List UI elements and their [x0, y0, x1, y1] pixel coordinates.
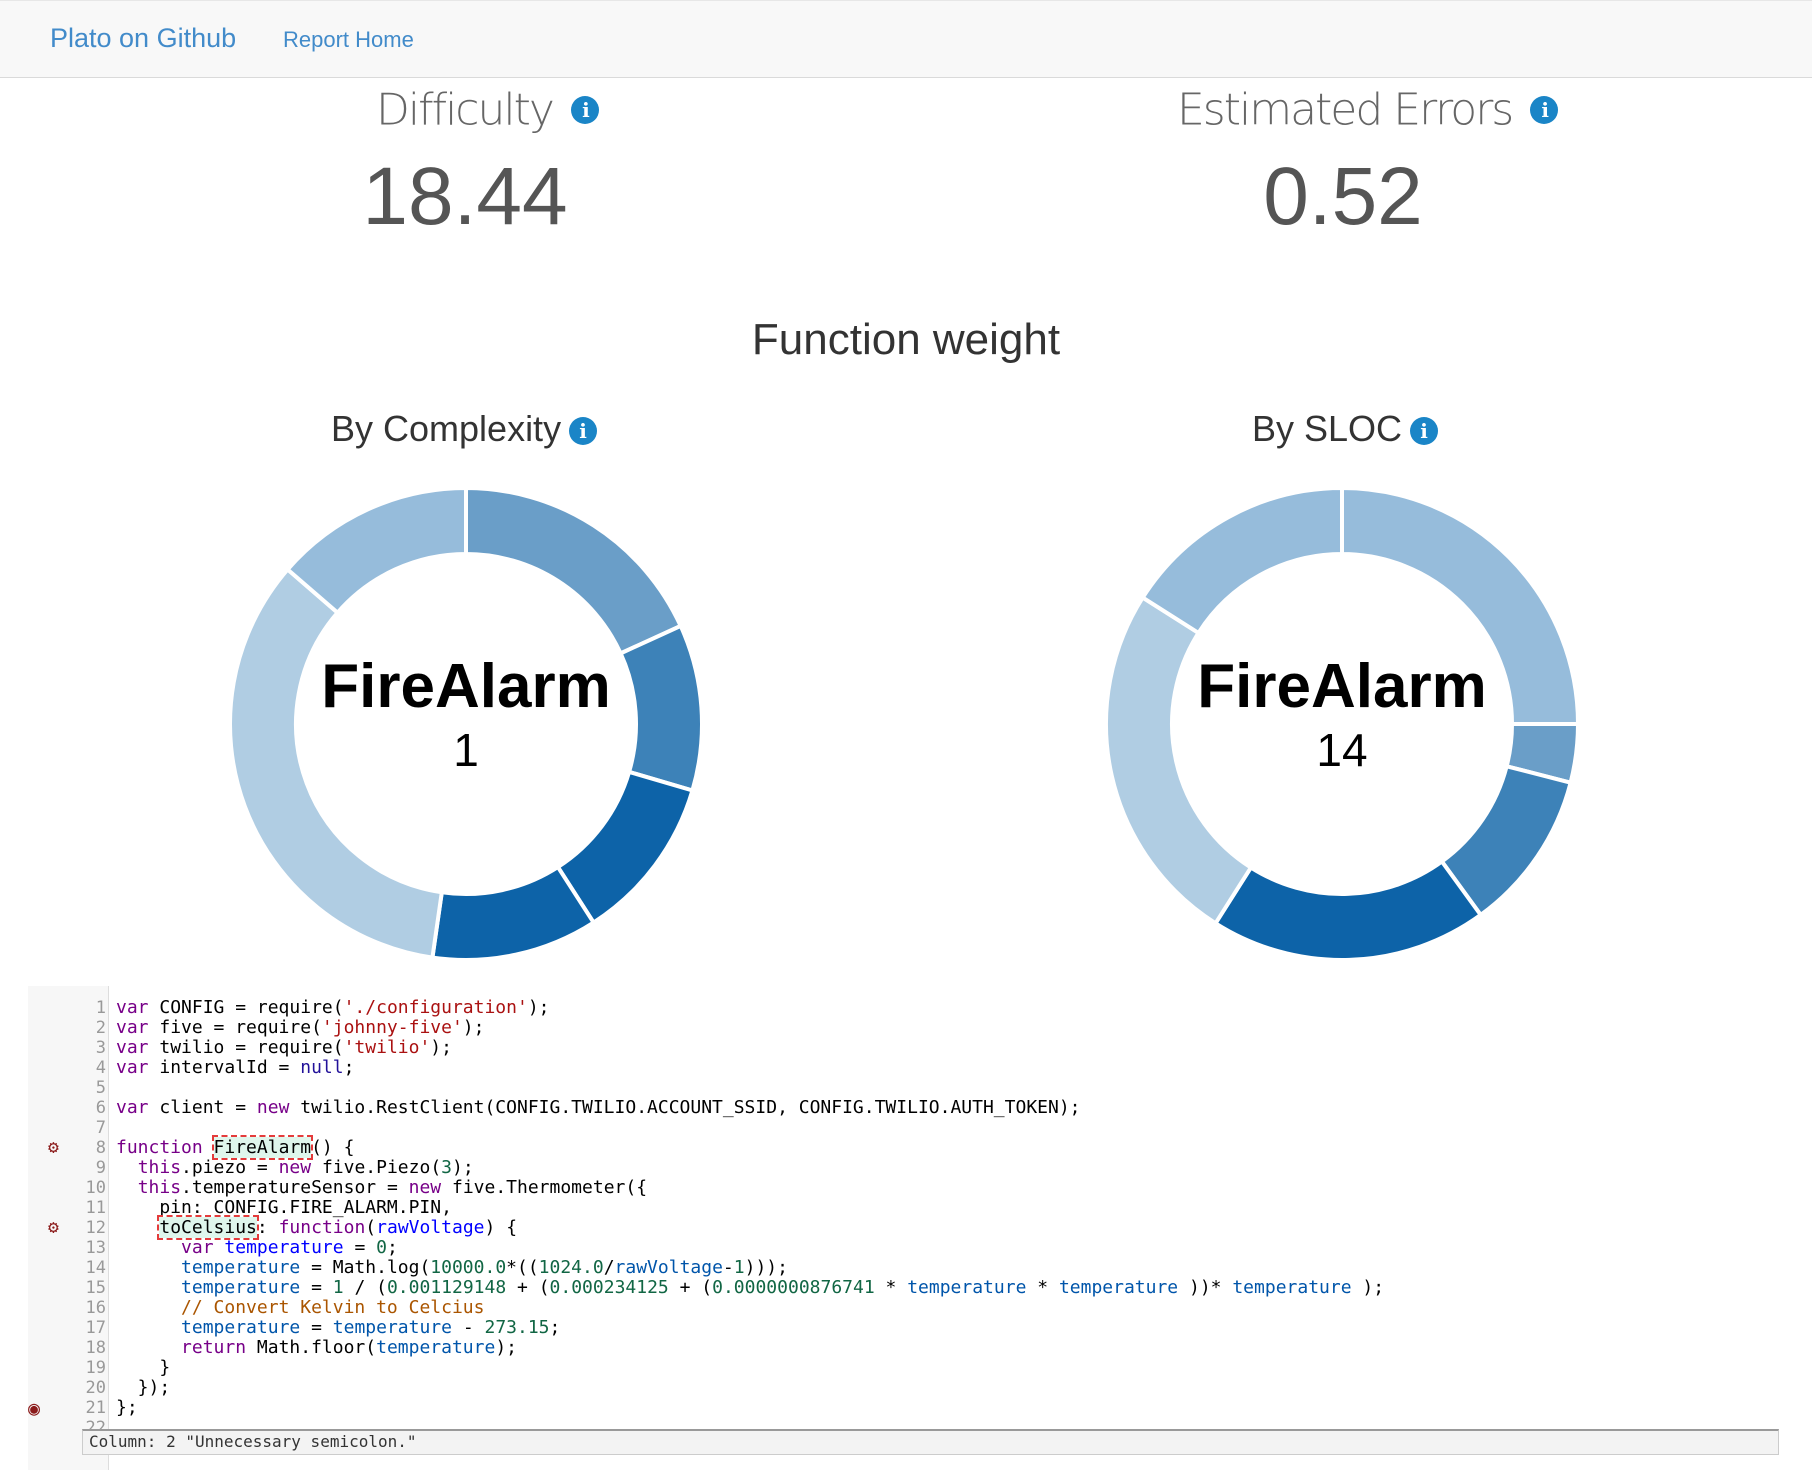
code-text: var intervalId = null; [116, 1057, 355, 1078]
complexity-slice-6[interactable] [284, 485, 468, 616]
code-line: 21}; ◉ [28, 1397, 1781, 1419]
code-text: // Convert Kelvin to Celcius [181, 1297, 485, 1318]
code-line: 19 } [28, 1357, 1781, 1379]
complexity-slice-1[interactable] [464, 485, 684, 657]
code-line: 14 temperature = Math.log(10000.0*((1024… [28, 1257, 1781, 1279]
function-marker-gear-icon[interactable]: ⚙ [48, 1219, 66, 1237]
code-text: var twilio = require('twilio'); [116, 1037, 452, 1058]
line-number: 15 [85, 1278, 106, 1298]
line-number: 21 [85, 1398, 106, 1418]
estimated-errors-value: 0.52 [1263, 151, 1423, 242]
line-number: 10 [85, 1178, 106, 1198]
code-text: temperature = Math.log(10000.0*((1024.0/… [181, 1257, 788, 1278]
code-line: 1 var CONFIG = require('./configuration')… [28, 997, 1781, 1019]
code-line: 13 var temperature = 0; [28, 1237, 1781, 1259]
line-number: 14 [85, 1258, 106, 1278]
line-number: 2 [95, 1018, 106, 1038]
sloc-slice-6[interactable] [1139, 485, 1344, 636]
sloc-info-icon[interactable]: i [1410, 417, 1439, 446]
code-text: var CONFIG = require('./configuration'); [116, 997, 550, 1018]
line-number: 19 [85, 1358, 106, 1378]
code-text: var temperature = 0; [181, 1237, 398, 1258]
code-line: 7 [28, 1118, 1781, 1138]
code-text: }; [116, 1397, 138, 1418]
sloc-slice-4[interactable] [1212, 858, 1484, 962]
code-text: pin: CONFIG.FIRE_ALARM.PIN, [116, 1197, 452, 1218]
sloc-donut-center: FireAlarm 14 [1162, 652, 1522, 778]
plato-github-link[interactable]: Plato on Github [50, 23, 236, 54]
complexity-info-icon[interactable]: i [569, 417, 598, 446]
code-line: 11 pin: CONFIG.FIRE_ALARM.PIN, [28, 1197, 1781, 1219]
by-sloc-label: By SLOC [1252, 408, 1403, 449]
lint-warning-eye-icon[interactable]: ◉ [28, 1398, 50, 1418]
code-line: 15 temperature = 1 / (0.001129148 + (0.0… [28, 1277, 1781, 1299]
difficulty-heading: Difficulty i [376, 82, 599, 136]
code-line: 8 function FireAlarm() {⚙ [28, 1135, 1781, 1160]
code-text: this.temperatureSensor = new five.Thermo… [137, 1177, 648, 1198]
line-number: 20 [85, 1378, 106, 1398]
report-home-link[interactable]: Report Home [283, 27, 414, 53]
difficulty-label: Difficulty [376, 84, 555, 136]
code-line: 12 toCelsius: function(rawVoltage) {⚙ [28, 1215, 1781, 1240]
line-number: 3 [95, 1038, 106, 1058]
estimated-errors-heading: Estimated Errors i [1177, 82, 1559, 136]
code-line: 2 var five = require('johnny-five'); [28, 1017, 1781, 1039]
line-number: 13 [85, 1238, 106, 1258]
code-line: 18 return Math.floor(temperature); [28, 1337, 1781, 1359]
code-line: 16 // Convert Kelvin to Celcius [28, 1297, 1781, 1319]
code-text: this.piezo = new five.Piezo(3); [137, 1157, 474, 1178]
code-line: 6 var client = new twilio.RestClient(CONF… [28, 1097, 1781, 1119]
complexity-donut-center: FireAlarm 1 [286, 652, 646, 778]
code-text: var five = require('johnny-five'); [116, 1017, 485, 1038]
line-number: 9 [95, 1158, 106, 1178]
line-number: 7 [95, 1118, 106, 1138]
code-text: return Math.floor(temperature); [181, 1337, 518, 1358]
line-number: 5 [95, 1078, 106, 1098]
sloc-center-function-name: FireAlarm [1197, 652, 1487, 721]
code-line: 3 var twilio = require('twilio'); [28, 1037, 1781, 1059]
lint-message-popup: Column: 2 "Unnecessary semicolon." [82, 1429, 1779, 1455]
code-line: 5 [28, 1078, 1781, 1098]
by-complexity-title: By Complexity i [331, 408, 598, 450]
difficulty-info-icon[interactable]: i [570, 96, 599, 124]
by-complexity-label: By Complexity [331, 408, 562, 449]
complexity-center-value: 1 [453, 724, 479, 776]
code-text: } [116, 1357, 171, 1378]
complexity-center-function-name: FireAlarm [321, 652, 611, 721]
code-line: 20 }); [28, 1377, 1781, 1399]
line-number: 11 [85, 1198, 106, 1218]
sloc-center-value: 14 [1316, 724, 1368, 776]
code-text: temperature = temperature - 273.15; [181, 1317, 561, 1338]
function-weight-title: Function weight [751, 315, 1061, 364]
line-number: 6 [95, 1098, 106, 1118]
code-text: temperature = 1 / (0.001129148 + (0.0002… [181, 1277, 1385, 1298]
code-line: 10 this.temperatureSensor = new five.The… [28, 1177, 1781, 1199]
code-line: 4 var intervalId = null; [28, 1057, 1781, 1079]
line-number: 16 [85, 1298, 106, 1318]
code-text: toCelsius: function(rawVoltage) { [157, 1215, 518, 1240]
line-number: 17 [85, 1318, 106, 1338]
navbar: Plato on Github Report Home [0, 0, 1812, 78]
source-code-viewer[interactable]: 1 var CONFIG = require('./configuration')… [28, 986, 1781, 1470]
code-text: function FireAlarm() { [116, 1135, 355, 1160]
by-sloc-title: By SLOC i [1252, 408, 1439, 450]
line-number: 18 [85, 1338, 106, 1358]
code-line: 9 this.piezo = new five.Piezo(3); [28, 1157, 1781, 1179]
line-number: 4 [95, 1058, 106, 1078]
code-text: var client = new twilio.RestClient(CONFI… [116, 1097, 1081, 1118]
estimated-errors-label: Estimated Errors [1177, 84, 1514, 136]
line-number: 1 [95, 998, 106, 1018]
difficulty-value: 18.44 [362, 151, 568, 242]
function-marker-gear-icon[interactable]: ⚙ [48, 1139, 66, 1157]
code-text: }); [116, 1377, 171, 1398]
code-line: 17 temperature = temperature - 273.15; [28, 1317, 1781, 1339]
estimated-errors-info-icon[interactable]: i [1530, 96, 1559, 124]
